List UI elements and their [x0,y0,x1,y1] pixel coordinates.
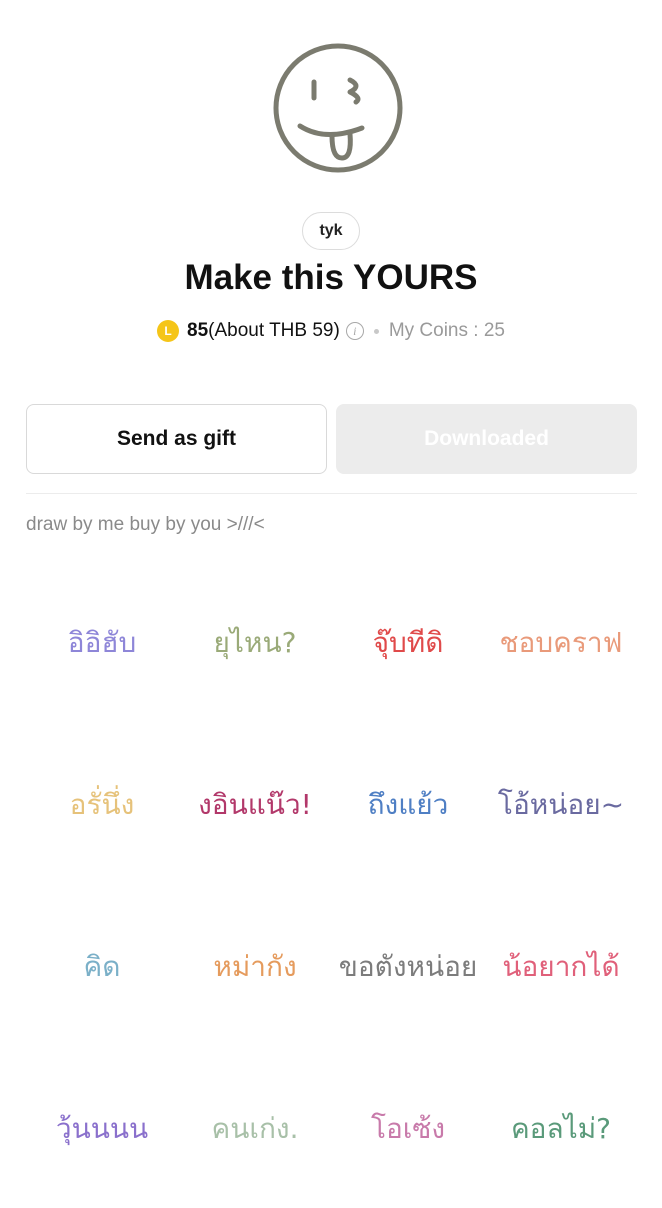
sticker-text: หม่ากัง [213,950,296,983]
sticker-text: อิอิฮับ [68,626,137,659]
sticker-item[interactable]: อิอิฮับ [26,560,179,722]
sticker-item[interactable]: ขอตังหน่อย [332,884,485,1046]
sticker-image: วุ้นนนน [56,1112,148,1146]
sticker-item[interactable]: โอเซ้ง [332,1046,485,1208]
sticker-text: ยุไหน? [214,626,297,660]
sticker-item[interactable]: งอินแน๊ว! [179,722,332,884]
creator-chip[interactable]: tyk [302,212,360,250]
creator-name: tyk [319,222,343,239]
sticker-image: ถึงแย้ว [367,788,448,821]
sticker-text: งอินแน๊ว! [198,788,312,821]
sticker-image: ขอตังหน่อย [339,950,478,983]
sticker-text: คนเก่ง. [212,1112,299,1145]
page-title: Make this YOURS [184,258,478,297]
sticker-text: คอลไม่? [511,1112,611,1145]
price-amount: 85 [187,320,209,341]
sticker-item[interactable]: ชอบคราฟ [484,560,637,722]
sticker-item[interactable]: คิด [26,884,179,1046]
sticker-text: วุ้นนนน [56,1112,148,1146]
price-row: L 85 (About THB 59) i My Coins : 25 [0,317,662,345]
sticker-text: น้อยากได้ [502,950,619,983]
sticker-item[interactable]: อรั่นึ่ง [26,722,179,884]
winking-face-icon [270,40,406,176]
sticker-image: โอเซ้ง [371,1112,445,1145]
sticker-text: โอเซ้ง [371,1112,445,1145]
sticker-item[interactable]: น้อยากได้ [484,884,637,1046]
sticker-image: อิอิฮับ [68,626,137,659]
sticker-text: ถึงแย้ว [367,788,448,821]
divider [26,493,637,494]
dot-separator [373,328,379,334]
price-approx: (About THB 59) [208,320,340,341]
sticker-item[interactable]: คอลไม่? [484,1046,637,1208]
sticker-image: น้อยากได้ [502,950,619,983]
sticker-item[interactable]: คนเก่ง. [179,1046,332,1208]
sticker-item[interactable]: หม่ากัง [179,884,332,1046]
sticker-text: โอ้หน่อย~ [498,788,624,821]
sticker-item[interactable]: จุ๊บทีดิ [332,560,485,722]
sticker-image: โอ้หน่อย~ [498,788,624,821]
sticker-text: ขอตังหน่อย [339,950,478,983]
line-coin-icon: L [157,320,180,342]
send-as-gift-button[interactable]: Send as gift [26,404,327,474]
description: draw by me buy by you >///< [26,514,265,535]
sticker-item[interactable]: วุ้นนนน [26,1046,179,1208]
sticker-image: คอลไม่? [511,1112,611,1145]
sticker-image: อรั่นึ่ง [70,785,135,821]
my-coins: My Coins : 25 [388,320,505,341]
sticker-text: อรั่นึ่ง [70,785,135,821]
sticker-text: ชอบคราฟ [499,626,622,659]
sticker-item[interactable]: ถึงแย้ว [332,722,485,884]
sticker-item[interactable]: โอ้หน่อย~ [484,722,637,884]
sticker-text: จุ๊บทีดิ [372,626,443,660]
sticker-image: ยุไหน? [214,626,297,660]
sticker-image: หม่ากัง [213,950,296,983]
downloaded-button[interactable]: Downloaded [336,404,637,474]
info-icon[interactable]: i [345,322,364,340]
sticker-image: จุ๊บทีดิ [372,626,443,660]
sticker-image: คนเก่ง. [212,1112,299,1145]
sticker-image: คิด [84,950,121,983]
sticker-image: ชอบคราฟ [499,626,622,659]
sticker-grid: อิอิฮับ ยุไหน? จุ๊บทีดิ ชอบคราฟอรั่นึ่ง งอิน… [26,560,637,1208]
sticker-item[interactable]: ยุไหน? [179,560,332,722]
sticker-text: คิด [84,950,121,983]
sticker-image: งอินแน๊ว! [198,788,312,821]
